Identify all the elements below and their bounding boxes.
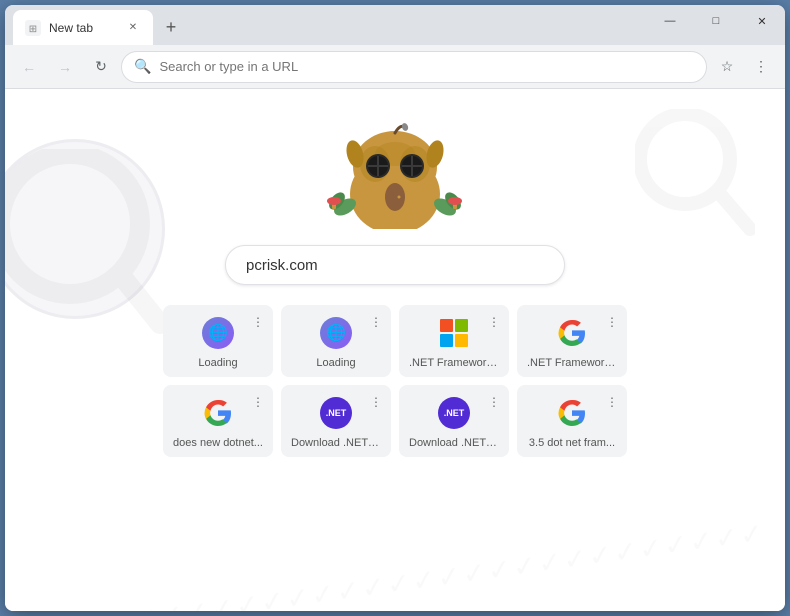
window-controls: — □ ✕: [647, 5, 785, 37]
speed-dial-favicon-8: [556, 397, 588, 429]
speed-dial-item-4[interactable]: ⋮ .NET Framework ...: [517, 305, 627, 377]
search-icon: 🔍: [134, 58, 151, 75]
speed-dial-menu-4[interactable]: ⋮: [603, 313, 621, 331]
bg-magnifier-right: [635, 109, 755, 264]
bookmark-button[interactable]: ☆: [711, 51, 743, 83]
speed-dial-title-7: Download .NET F...: [409, 437, 499, 449]
speed-dial-menu-5[interactable]: ⋮: [249, 393, 267, 411]
speed-dial-item-1[interactable]: ⋮ 🌐 Loading: [163, 305, 273, 377]
address-bar[interactable]: 🔍: [121, 51, 707, 83]
google-icon-8: [556, 397, 588, 429]
toolbar: ← → ↻ 🔍 ☆ ⋮: [5, 45, 785, 89]
globe-icon-1: 🌐: [202, 317, 234, 349]
back-button[interactable]: ←: [13, 51, 45, 83]
address-input[interactable]: [159, 59, 694, 74]
speed-dial-title-3: .NET Framework ...: [409, 357, 499, 369]
speed-dial-title-6: Download .NET F...: [291, 437, 381, 449]
dotnet-icon-7: .NET: [438, 397, 470, 429]
globe-icon-2: 🌐: [320, 317, 352, 349]
browser-window: ⊞ New tab ✕ + — □ ✕ ← → ↻ 🔍 ☆ ⋮: [5, 5, 785, 611]
google-icon-5: [202, 397, 234, 429]
speed-dial-favicon-3: [438, 317, 470, 349]
title-bar: ⊞ New tab ✕ + — □ ✕: [5, 5, 785, 45]
google-icon-4: [556, 317, 588, 349]
new-tab-button[interactable]: +: [157, 13, 185, 41]
creature-illustration: [315, 119, 475, 229]
speed-dial-favicon-4: [556, 317, 588, 349]
speed-dial-title-4: .NET Framework ...: [527, 357, 617, 369]
minimize-button[interactable]: —: [647, 5, 693, 37]
search-box[interactable]: pcrisk.com: [225, 245, 565, 285]
speed-dial-title-2: Loading: [291, 357, 381, 369]
close-button[interactable]: ✕: [739, 5, 785, 37]
tab-title: New tab: [49, 21, 117, 35]
speed-dial-menu-1[interactable]: ⋮: [249, 313, 267, 331]
new-tab-page: ✓✓✓✓✓✓✓✓✓✓✓✓✓✓✓✓✓✓✓✓✓✓✓✓✓✓✓✓✓✓: [5, 89, 785, 611]
speed-dial-title-8: 3.5 dot net fram...: [527, 437, 617, 449]
toolbar-actions: ☆ ⋮: [711, 51, 777, 83]
refresh-button[interactable]: ↻: [85, 51, 117, 83]
speed-dial-favicon-5: [202, 397, 234, 429]
maximize-button[interactable]: □: [693, 5, 739, 37]
speed-dial-favicon-6: .NET: [320, 397, 352, 429]
bg-circle-left: [5, 139, 165, 319]
svg-text:⊞: ⊞: [29, 24, 37, 35]
forward-button[interactable]: →: [49, 51, 81, 83]
active-tab[interactable]: ⊞ New tab ✕: [13, 10, 153, 45]
speed-dial-item-5[interactable]: ⋮ does new dotnet...: [163, 385, 273, 457]
dotnet-icon-6: .NET: [320, 397, 352, 429]
speed-dial-title-1: Loading: [173, 357, 263, 369]
menu-button[interactable]: ⋮: [745, 51, 777, 83]
tab-favicon: ⊞: [25, 20, 41, 36]
speed-dial-favicon-1: 🌐: [202, 317, 234, 349]
search-box-value: pcrisk.com: [246, 257, 318, 274]
bg-watermark-text: ✓✓✓✓✓✓✓✓✓✓✓✓✓✓✓✓✓✓✓✓✓✓✓✓✓✓✓✓✓✓: [6, 514, 783, 611]
speed-dial-title-5: does new dotnet...: [173, 437, 263, 449]
speed-dial-favicon-2: 🌐: [320, 317, 352, 349]
speed-dial-menu-2[interactable]: ⋮: [367, 313, 385, 331]
speed-dial-item-8[interactable]: ⋮ 3.5 dot net fram...: [517, 385, 627, 457]
speed-dial-menu-8[interactable]: ⋮: [603, 393, 621, 411]
logo-area: [315, 119, 475, 229]
ms-logo-3: [440, 319, 468, 347]
speed-dial-menu-6[interactable]: ⋮: [367, 393, 385, 411]
speed-dial-grid: ⋮ 🌐 Loading ⋮ 🌐 Loading ⋮: [147, 305, 643, 457]
speed-dial-item-6[interactable]: ⋮ .NET Download .NET F...: [281, 385, 391, 457]
speed-dial-favicon-7: .NET: [438, 397, 470, 429]
speed-dial-item-3[interactable]: ⋮ .NET Framework ...: [399, 305, 509, 377]
speed-dial-menu-7[interactable]: ⋮: [485, 393, 503, 411]
tab-close-button[interactable]: ✕: [125, 20, 141, 36]
speed-dial-menu-3[interactable]: ⋮: [485, 313, 503, 331]
speed-dial-item-2[interactable]: ⋮ 🌐 Loading: [281, 305, 391, 377]
speed-dial-item-7[interactable]: ⋮ .NET Download .NET F...: [399, 385, 509, 457]
